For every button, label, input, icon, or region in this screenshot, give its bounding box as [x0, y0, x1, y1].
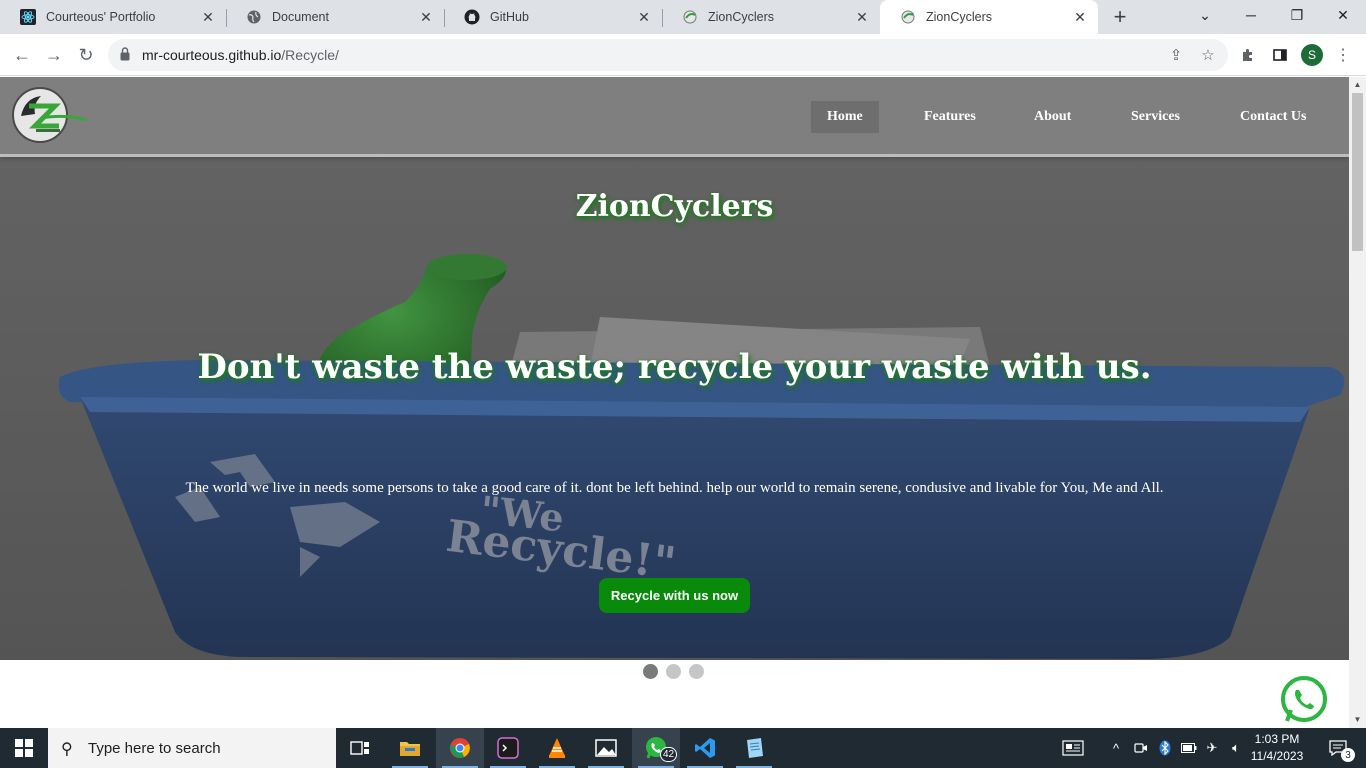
bluetooth-icon[interactable] [1156, 728, 1174, 768]
reload-button[interactable]: ↻ [73, 42, 99, 68]
github-icon [464, 9, 480, 25]
minimize-button[interactable]: ─ [1228, 0, 1274, 30]
task-view-icon[interactable] [336, 728, 384, 768]
close-window-button[interactable]: ✕ [1320, 0, 1366, 30]
whatsapp-taskbar-icon[interactable]: 42 [632, 728, 680, 768]
lock-icon [120, 47, 130, 61]
file-explorer-icon[interactable] [386, 728, 434, 768]
carousel-dot[interactable] [666, 664, 681, 679]
taskbar-search-input[interactable]: ⚲ Type here to search [48, 728, 336, 768]
browser-tab[interactable]: GitHub ✕ [444, 0, 662, 34]
vscode-icon[interactable] [681, 728, 729, 768]
nav-features[interactable]: Features [908, 101, 992, 133]
globe-icon [246, 9, 262, 25]
zioncyclers-favicon [900, 9, 916, 25]
terminal-icon[interactable] [484, 728, 532, 768]
battery-icon[interactable] [1180, 728, 1198, 768]
zioncyclers-logo[interactable] [11, 86, 89, 146]
notepad-icon[interactable] [730, 728, 778, 768]
close-tab-icon[interactable]: ✕ [854, 9, 870, 25]
scrollbar-thumb[interactable] [1352, 93, 1363, 251]
nav-services[interactable]: Services [1115, 101, 1196, 133]
notification-center-icon[interactable]: 3 [1318, 728, 1358, 768]
page-viewport: "We Recycle!" ZionCyclers Don't waste th… [0, 77, 1349, 728]
back-button[interactable]: ← [9, 42, 35, 68]
scroll-up-arrow[interactable]: ▲ [1353, 80, 1362, 89]
page-scrollbar[interactable]: ▲ ▼ [1349, 77, 1366, 728]
forward-button[interactable]: → [41, 42, 67, 68]
restore-button[interactable]: ❐ [1274, 0, 1320, 30]
whatsapp-chat-icon[interactable] [1279, 675, 1329, 725]
extensions-puzzle-icon[interactable] [1237, 44, 1259, 66]
scroll-down-arrow[interactable]: ▼ [1353, 715, 1362, 724]
airplane-mode-icon[interactable]: ✈ [1203, 728, 1221, 768]
search-icon: ⚲ [61, 741, 73, 758]
show-hidden-icons-chevron[interactable]: ^ [1108, 728, 1124, 768]
close-tab-icon[interactable]: ✕ [418, 9, 434, 25]
bookmark-star-icon[interactable]: ☆ [1198, 45, 1218, 65]
camera-icon[interactable] [1132, 728, 1150, 768]
carousel-indicators [643, 664, 704, 679]
notification-count-badge: 3 [1341, 748, 1355, 762]
address-bar[interactable]: mr-courteous.github.io/Recycle/ ⇪ ☆ [108, 39, 1228, 71]
browser-tab[interactable]: ZionCyclers ✕ [662, 0, 880, 34]
close-tab-icon[interactable]: ✕ [200, 9, 216, 25]
tab-search-chevron-icon[interactable]: ⌄ [1182, 0, 1228, 30]
whatsapp-unread-badge: 42 [660, 747, 678, 762]
browser-toolbar: ← → ↻ mr-courteous.github.io/Recycle/ ⇪ … [0, 34, 1366, 76]
volume-icon[interactable]: 🔈︎ [1226, 728, 1246, 768]
zioncyclers-favicon [682, 9, 698, 25]
hero-description: The world we live in needs some persons … [185, 480, 1164, 496]
close-tab-icon[interactable]: ✕ [1072, 9, 1088, 25]
nav-home[interactable]: Home [811, 101, 879, 133]
windows-start-button[interactable] [0, 728, 48, 768]
hero-title: ZionCyclers [575, 189, 774, 224]
chrome-menu-icon[interactable]: ⋮ [1335, 44, 1351, 66]
chrome-icon[interactable] [436, 728, 484, 768]
share-icon[interactable]: ⇪ [1166, 45, 1186, 65]
close-tab-icon[interactable]: ✕ [636, 9, 652, 25]
hero-headline: Don't waste the waste; recycle your wast… [197, 347, 1152, 387]
site-navbar: Home Features About Services Contact Us [0, 77, 1349, 157]
system-clock[interactable]: 1:03 PM 11/4/2023 [1248, 731, 1306, 765]
carousel-dot[interactable] [643, 664, 658, 679]
nav-about[interactable]: About [1018, 101, 1087, 133]
windows-taskbar: ⚲ Type here to search 42 ^ ✈ 🔈︎ 1:03 PM … [0, 728, 1366, 768]
vlc-icon[interactable] [533, 728, 581, 768]
url-text: mr-courteous.github.io/Recycle/ [142, 47, 339, 63]
carousel-dot[interactable] [689, 664, 704, 679]
hero-section: "We Recycle!" ZionCyclers Don't waste th… [0, 77, 1349, 660]
tab-strip: Courteous' Portfolio ✕ Document ✕ GitHub… [0, 0, 1366, 34]
browser-tab-active[interactable]: ZionCyclers ✕ [880, 0, 1098, 34]
browser-tab[interactable]: Courteous' Portfolio ✕ [0, 0, 226, 34]
news-widget-icon[interactable] [1058, 728, 1088, 768]
recycle-cta-button[interactable]: Recycle with us now [599, 578, 750, 613]
photos-icon[interactable] [582, 728, 630, 768]
nav-contact-us[interactable]: Contact Us [1224, 101, 1323, 133]
new-tab-button[interactable]: + [1108, 4, 1132, 29]
profile-avatar[interactable]: S [1301, 44, 1323, 66]
side-panel-icon[interactable] [1269, 44, 1291, 66]
browser-tab[interactable]: Document ✕ [226, 0, 444, 34]
react-icon [20, 9, 36, 25]
